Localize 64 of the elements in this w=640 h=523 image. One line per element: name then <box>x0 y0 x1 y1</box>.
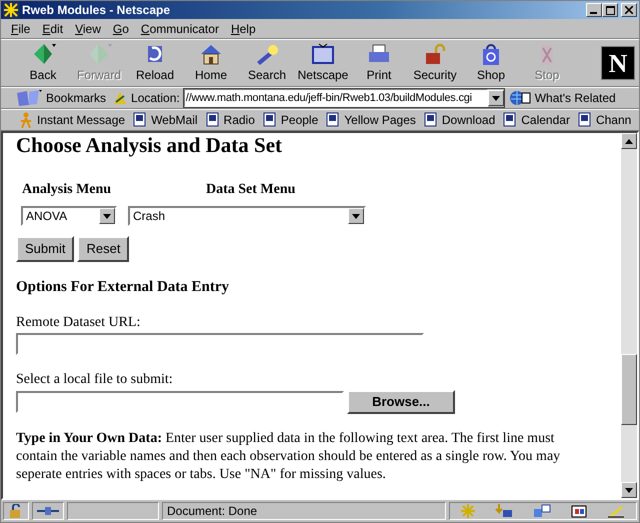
maximize-button[interactable] <box>602 3 618 17</box>
maximize-icon <box>606 6 614 14</box>
toolbar-button[interactable]: Print <box>351 40 407 86</box>
close-icon <box>625 6 633 14</box>
scrollbar[interactable] <box>621 133 637 498</box>
page-icon <box>206 112 220 128</box>
connection-plug-icon <box>32 502 64 520</box>
remote-url-label: Remote Dataset URL: <box>16 314 142 332</box>
netscape-logo: N <box>601 46 635 80</box>
instructions-paragraph: Type in Your Own Data: Enter user supplied data in the following text area. The first line must contain the variable names and then each observation should be entered as a single row. You may seperate entries with spaces or tabs. Use "NA" for missing values. <box>16 430 562 484</box>
section-heading: Options For External Data Entry <box>16 278 230 296</box>
local-file-label: Select a local file to submit: <box>16 371 174 389</box>
bookmark-link[interactable]: Chann <box>574 111 636 129</box>
page-icon <box>262 112 277 128</box>
toolbar-button[interactable]: Shop <box>463 40 519 86</box>
analysis-dropdown[interactable]: ANOVA <box>21 206 117 226</box>
bookmark-link[interactable]: Instant Message <box>15 111 130 129</box>
toolbar-button[interactable]: Search <box>239 40 295 86</box>
netscape-icon <box>3 2 19 18</box>
menu-item[interactable]: Edit <box>36 18 70 38</box>
bookmark-link[interactable]: Calendar <box>499 111 574 129</box>
menu-item[interactable]: Go <box>106 18 135 38</box>
toolbar-button[interactable]: Back <box>15 40 71 86</box>
bookmark-link[interactable]: Download <box>420 111 500 129</box>
page-icon <box>326 112 340 128</box>
window-title: Rweb Modules - Netscape <box>22 2 170 19</box>
bookmark-link[interactable]: Yellow Pages <box>322 111 420 129</box>
toolbar-button[interactable]: Netscape <box>295 40 351 86</box>
menu-item[interactable]: View <box>69 18 107 38</box>
scrollbar-thumb[interactable] <box>621 354 637 425</box>
data-set-menu-label: Data Set Menu <box>205 181 296 199</box>
up-arrow-icon <box>625 138 633 144</box>
menu-item[interactable]: File <box>5 18 36 38</box>
toolbar-button[interactable]: Security <box>407 40 463 86</box>
toolbar-button[interactable]: Reload <box>127 40 183 86</box>
location-label: Location: <box>131 90 180 107</box>
toolbar-button[interactable]: Home <box>183 40 239 86</box>
page-icon <box>578 112 592 128</box>
bookmark-link[interactable]: WebMail <box>129 111 202 129</box>
analysis-menu-label: Analysis Menu <box>22 181 112 199</box>
bookmark-link[interactable]: People <box>258 111 322 129</box>
page-heading: Choose Analysis and Data Set <box>16 133 284 157</box>
down-arrow-icon <box>625 488 633 492</box>
menu-item[interactable]: Communicator <box>134 18 225 38</box>
close-button[interactable] <box>621 3 637 17</box>
scroll-up-button[interactable] <box>621 133 637 149</box>
security-lock-icon[interactable] <box>3 502 29 520</box>
minimize-button[interactable] <box>586 3 602 17</box>
data-set-dropdown[interactable]: Crash <box>128 206 366 226</box>
person-icon <box>19 112 33 128</box>
bookmarks-button[interactable]: Bookmarks <box>46 89 106 107</box>
bookmark-link[interactable]: Radio <box>202 111 259 129</box>
page-icon <box>503 112 518 128</box>
menu-item[interactable]: Help <box>224 18 262 38</box>
scroll-down-button[interactable] <box>621 482 637 498</box>
status-text: Document: Done <box>162 502 446 520</box>
whats-related-button[interactable]: What's Related <box>534 89 616 107</box>
form-button[interactable]: Submit <box>16 236 74 262</box>
page-icon <box>133 112 148 128</box>
globe-icon[interactable] <box>508 89 532 107</box>
location-field[interactable]: //www.math.montana.edu/jeff-bin/Rweb1.03/buildModules.cgi <box>182 88 505 108</box>
browse-button[interactable]: Browse... <box>347 390 455 414</box>
page-icon <box>424 112 438 128</box>
form-button[interactable]: Reset <box>77 236 130 262</box>
